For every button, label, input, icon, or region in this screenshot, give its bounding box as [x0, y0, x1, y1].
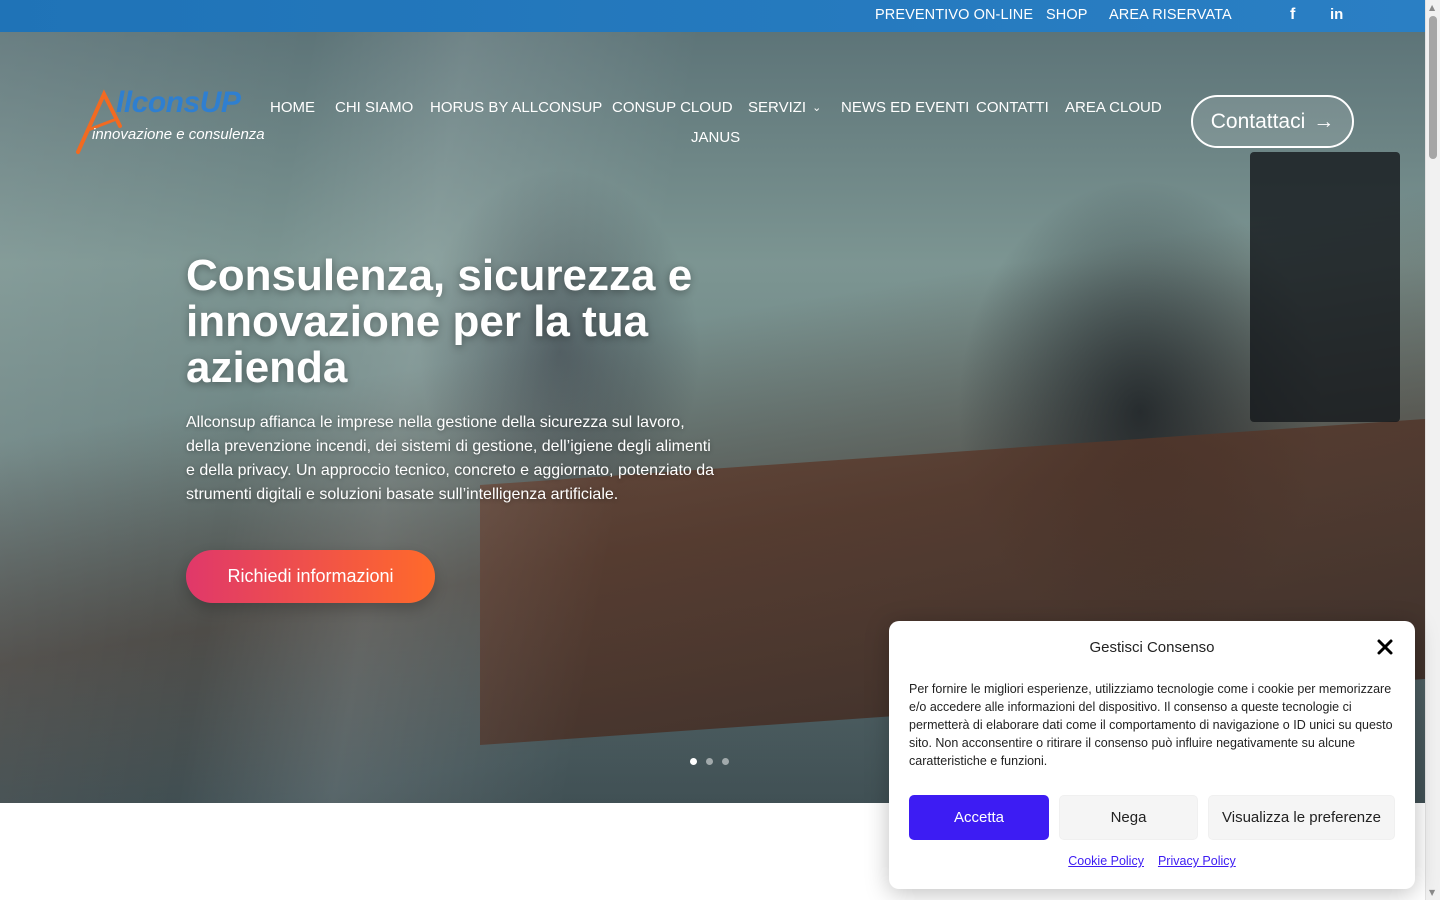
- consent-body: Per fornire le migliori esperienze, util…: [909, 682, 1393, 768]
- contact-button-label: Contattaci: [1210, 109, 1306, 133]
- deny-button[interactable]: Nega: [1059, 795, 1198, 840]
- logo-name: llconsUP: [116, 86, 241, 119]
- scroll-up-arrow-icon[interactable]: ▲: [1429, 3, 1435, 12]
- close-icon[interactable]: [1375, 637, 1395, 657]
- arrow-right-icon: →: [1313, 109, 1335, 133]
- nav-item-chi-siamo[interactable]: CHI SIAMO: [335, 99, 413, 116]
- hero-headline: Consulenza, sicurezza e innovazione per …: [186, 251, 693, 392]
- chevron-down-icon: ⌄: [812, 102, 822, 114]
- consent-links: Cookie Policy Privacy Policy: [889, 854, 1415, 868]
- topbar-link-preventivo[interactable]: PREVENTIVO ON-LINE: [875, 7, 1033, 23]
- facebook-icon[interactable]: f: [1290, 6, 1295, 24]
- nav-item-contatti[interactable]: CONTATTI: [976, 99, 1049, 116]
- contact-button[interactable]: Contattaci →: [1191, 95, 1354, 148]
- request-info-button[interactable]: Richiedi informazioni: [186, 550, 435, 603]
- topbar-link-shop[interactable]: SHOP: [1046, 7, 1088, 23]
- site-logo[interactable]: llconsUP innovazione e consulenza: [74, 86, 274, 156]
- slider-dots: [690, 758, 729, 765]
- cookie-policy-link[interactable]: Cookie Policy: [1068, 854, 1144, 868]
- view-preferences-button[interactable]: Visualizza le preferenze: [1208, 795, 1395, 840]
- topbar-link-area-riservata[interactable]: AREA RISERVATA: [1109, 7, 1232, 23]
- accept-button[interactable]: Accetta: [909, 795, 1049, 840]
- cookie-consent-dialog: Gestisci Consenso Per fornire le miglior…: [889, 621, 1415, 889]
- slider-dot-1[interactable]: [690, 758, 697, 765]
- nav-item-home[interactable]: HOME: [270, 99, 315, 116]
- scroll-down-arrow-icon[interactable]: ▼: [1429, 888, 1435, 897]
- hero-lead: Allconsup affianca le imprese nella gest…: [186, 414, 715, 503]
- nav-item-servizi[interactable]: SERVIZI ⌄: [748, 99, 821, 116]
- logo-tagline: innovazione e consulenza: [92, 126, 265, 143]
- page-scrollbar[interactable]: ▲ ▼: [1425, 0, 1440, 900]
- consent-title: Gestisci Consenso: [1089, 639, 1215, 656]
- slider-dot-3[interactable]: [722, 758, 729, 765]
- nav-item-horus[interactable]: HORUS BY ALLCONSUP: [430, 99, 602, 116]
- privacy-policy-link[interactable]: Privacy Policy: [1158, 854, 1236, 868]
- linkedin-icon[interactable]: in: [1330, 6, 1343, 23]
- slider-dot-2[interactable]: [706, 758, 713, 765]
- nav-item-consup-cloud[interactable]: CONSUP CLOUD: [612, 99, 733, 116]
- nav-item-servizi-label: SERVIZI: [748, 99, 807, 116]
- scrollbar-thumb[interactable]: [1429, 16, 1437, 159]
- top-bar: PREVENTIVO ON-LINE SHOP AREA RISERVATA f…: [0, 0, 1425, 32]
- nav-item-janus[interactable]: JANUS: [691, 129, 740, 146]
- nav-item-news-eventi[interactable]: NEWS ED EVENTI: [841, 99, 969, 116]
- nav-item-area-cloud[interactable]: AREA CLOUD: [1065, 99, 1162, 116]
